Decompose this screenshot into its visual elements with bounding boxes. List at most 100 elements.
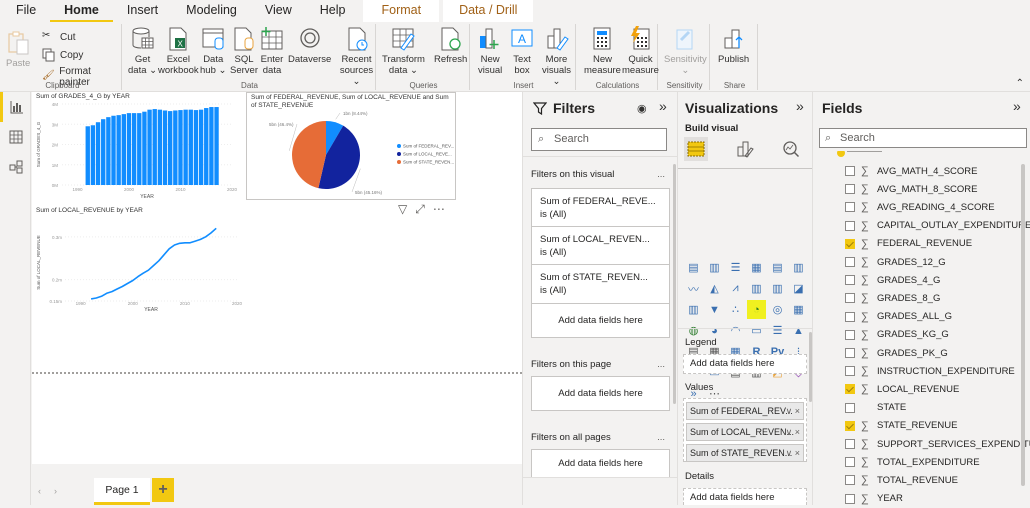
field-item[interactable]: ∑ FEDERAL_REVENUE (845, 235, 972, 253)
field-item[interactable]: ∑ GRADES_8_G (845, 289, 940, 307)
collapse-ribbon-icon[interactable]: ⌃ (1016, 78, 1024, 89)
clustered-bar-chart-icon[interactable]: ☰ (726, 258, 745, 277)
pie-chart-icon[interactable]: ◔ (747, 300, 766, 319)
field-checkbox[interactable] (845, 348, 855, 358)
publish-button[interactable]: Publish (718, 26, 749, 65)
field-checkbox[interactable] (845, 366, 855, 377)
chevron-down-icon[interactable]: ∨ (786, 427, 793, 437)
ribbon-chart-icon[interactable]: ◪ (789, 279, 808, 298)
menu-data-drill[interactable]: Data / Drill (443, 0, 534, 22)
stacked-area-icon[interactable]: ⩘ (726, 279, 745, 298)
menu-insert[interactable]: Insert (113, 0, 172, 22)
kpi-icon[interactable]: ▲ (789, 321, 808, 340)
menu-view[interactable]: View (251, 0, 306, 22)
field-item[interactable]: ∑ GRADES_ALL_G (845, 308, 952, 326)
new-visual-button[interactable]: New visual (478, 26, 502, 76)
field-checkbox[interactable] (845, 184, 855, 195)
field-checkbox[interactable] (845, 457, 855, 468)
remove-icon[interactable]: × (795, 427, 800, 437)
menu-modeling[interactable]: Modeling (172, 0, 251, 22)
filters-scrollbar[interactable] (673, 164, 676, 404)
stacked-column-chart-icon[interactable]: ▥ (705, 258, 724, 277)
visual-filter-drop-zone[interactable]: Add data fields here (531, 303, 670, 338)
field-item[interactable]: ∑ SUPPORT_SERVICES_EXPENDITURE (845, 435, 1030, 453)
menu-format[interactable]: Format (363, 0, 440, 22)
quick-measure-button[interactable]: Quick measure (622, 26, 659, 76)
stacked-bar-chart-icon[interactable]: ▤ (684, 258, 703, 277)
multi-row-card-icon[interactable]: ☰ (768, 321, 787, 340)
fields-scrollbar[interactable] (1021, 164, 1025, 486)
text-box-button[interactable]: A Text box (510, 26, 534, 76)
field-item[interactable]: ∑ GRADES_KG_G (845, 326, 949, 344)
field-checkbox[interactable] (845, 493, 855, 504)
field-item[interactable]: STATE (845, 399, 906, 417)
menu-help[interactable]: Help (306, 0, 360, 22)
focus-mode-icon[interactable]: ⤢ (415, 202, 425, 217)
transform-data-button[interactable]: Transform data ⌄ (382, 26, 425, 76)
chevron-down-icon[interactable]: ∨ (786, 406, 793, 416)
field-item[interactable]: ∑ STATE_REVENUE (845, 417, 957, 435)
gauge-icon[interactable]: ◠ (726, 321, 745, 340)
collapse-filters-icon[interactable]: » (659, 98, 667, 114)
field-checkbox[interactable] (845, 220, 855, 231)
filter-card-state[interactable]: Sum of STATE_REVEN... is (All) (531, 264, 670, 304)
field-item[interactable]: ∑ AVG_READING_4_SCORE (845, 198, 995, 216)
donut-chart-icon[interactable]: ◎ (768, 300, 787, 319)
page-tab-1[interactable]: Page 1 (94, 478, 150, 505)
table-header-states[interactable]: ▬▬▬▬▬ (833, 151, 903, 157)
area-chart-icon[interactable]: ◭ (705, 279, 724, 298)
field-checkbox[interactable] (845, 402, 855, 413)
filter-card-local[interactable]: Sum of LOCAL_REVEN... is (All) (531, 226, 670, 266)
filter-icon[interactable]: ▽ (398, 202, 407, 217)
legend-drop-zone[interactable]: Add data fields here (683, 354, 807, 374)
filters-search-input[interactable]: ⌕ Search (531, 128, 667, 151)
field-item[interactable]: ∑ AVG_MATH_4_SCORE (845, 162, 977, 180)
paste-button[interactable]: Paste (6, 30, 30, 69)
field-item[interactable]: ∑ GRADES_12_G (845, 253, 946, 271)
field-checkbox[interactable] (845, 329, 855, 340)
field-checkbox[interactable] (845, 275, 855, 286)
field-item[interactable]: ∑ INSTRUCTION_EXPENDITURE (845, 362, 1015, 380)
table-view-button[interactable] (0, 122, 31, 152)
collapse-visualizations-icon[interactable]: » (796, 98, 804, 114)
pie-chart-visual[interactable]: Sum of FEDERAL_REVENUE, Sum of LOCAL_REV… (246, 92, 456, 200)
value-pill-state[interactable]: Sum of STATE_REVEN... ∨ × (686, 444, 804, 462)
collapse-fields-icon[interactable]: » (1013, 98, 1021, 114)
100-stacked-column-icon[interactable]: ▥ (789, 258, 808, 277)
recent-sources-button[interactable]: Recent sources ⌄ (338, 26, 375, 87)
more-options-icon[interactable]: ... (657, 359, 665, 370)
field-checkbox[interactable] (845, 311, 855, 322)
get-data-button[interactable]: Get data ⌄ (128, 26, 157, 76)
page-filter-drop-zone[interactable]: Add data fields here (531, 376, 670, 411)
line-chart-visual[interactable]: Sum of LOCAL_REVENUE by YEAR 0.15m 0.2m 0.… (32, 204, 247, 312)
previous-page-icon[interactable]: ‹ (38, 486, 41, 496)
remove-icon[interactable]: × (795, 448, 800, 458)
cut-button[interactable]: ✂ Cut (42, 30, 76, 44)
field-checkbox[interactable] (845, 420, 855, 431)
field-checkbox[interactable] (845, 475, 855, 486)
field-item[interactable]: ∑ GRADES_PK_G (845, 344, 948, 362)
excel-workbook-button[interactable]: X Excel workbook (158, 26, 199, 76)
field-checkbox[interactable] (845, 166, 855, 176)
field-checkbox[interactable] (845, 384, 855, 395)
more-visuals-button[interactable]: More visuals ⌄ (538, 26, 575, 87)
value-pill-local[interactable]: Sum of LOCAL_REVEN... ∨ × (686, 423, 804, 441)
line-chart-icon[interactable]: 〰 (684, 279, 703, 298)
sql-server-button[interactable]: SQL Server (230, 26, 258, 76)
field-checkbox[interactable] (845, 293, 855, 304)
model-view-button[interactable] (0, 152, 31, 182)
values-drop-zone[interactable]: Sum of FEDERAL_REV... ∨ × Sum of LOCAL_RE… (683, 398, 807, 462)
treemap-icon[interactable]: ▦ (789, 300, 808, 319)
fields-search-input[interactable]: ⌕ Search (819, 128, 1027, 148)
report-view-button[interactable] (0, 92, 31, 122)
field-item[interactable]: ∑ TOTAL_REVENUE (845, 471, 958, 489)
enter-data-button[interactable]: Enter data (260, 26, 284, 76)
field-item[interactable]: ∑ TOTAL_EXPENDITURE (845, 453, 980, 471)
bar-chart-visual[interactable]: Sum of GRADES_4_G by YEAR 0M 1M 2M 3M 4M 1990… (32, 92, 242, 202)
sensitivity-button[interactable]: Sensitivity ⌄ (664, 26, 707, 76)
all-pages-filter-drop-zone[interactable]: Add data fields here (531, 449, 670, 477)
new-measure-button[interactable]: New measure (584, 26, 621, 76)
refresh-button[interactable]: Refresh (434, 26, 467, 65)
eye-icon[interactable]: ◉ (637, 102, 647, 115)
add-page-button[interactable]: + (152, 478, 174, 502)
